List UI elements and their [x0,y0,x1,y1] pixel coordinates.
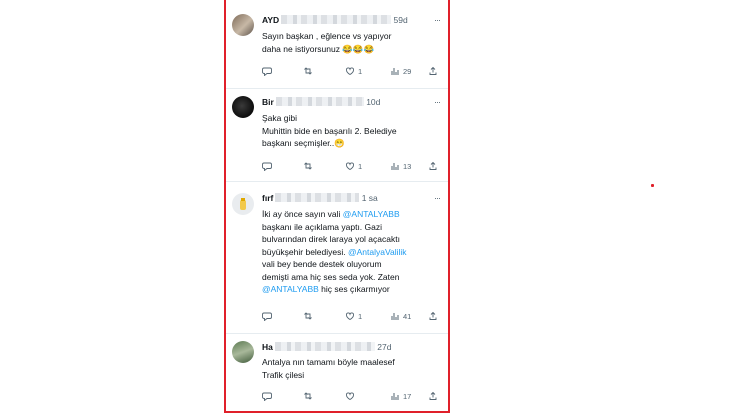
mention-link[interactable]: @AntalyaValilik [348,247,407,257]
tweet-1[interactable]: AYD 59d ··· Sayın başkan , eğlence vs ya… [226,0,448,89]
text-part: vali bey bende destek oluyorum demişti a… [262,259,400,282]
share-icon [429,311,437,320]
reply-icon [262,392,272,401]
share-icon [429,161,437,170]
more-icon[interactable]: ··· [434,15,441,25]
like-icon [346,162,354,171]
like-icon [346,392,354,401]
author-name[interactable]: Ha [262,342,273,352]
tweet-header: Bir 10d [262,97,380,107]
share-icon [429,66,437,75]
tweet-text: İki ay önce sayın vali @ANTALYABB başkan… [262,208,440,296]
retweet-icon [304,312,312,320]
share-button[interactable] [428,391,438,401]
like-button[interactable]: 1 [345,161,362,171]
retweet-button[interactable] [303,161,313,171]
tweet-text: Sayın başkan , eğlence vs yapıyor daha n… [262,31,392,54]
view-count: 17 [403,391,412,401]
more-icon[interactable]: ··· [434,97,441,107]
share-button[interactable] [428,161,438,171]
like-icon [346,312,354,321]
views-button[interactable]: 41 [390,311,411,321]
view-count: 41 [403,311,412,321]
avatar-image [240,198,246,210]
like-count: 1 [358,161,363,171]
mention-link[interactable]: @ANTALYABB [262,284,319,294]
reply-icon [262,312,272,321]
tweet-actions: 1 29 [262,66,438,78]
retweet-icon [304,162,312,170]
tweet-text: Şaka gibi Muhittin bide en başarılı 2. B… [262,113,397,148]
tweet-actions: 1 13 [262,161,438,173]
author-name[interactable]: AYD [262,15,279,25]
views-icon [391,163,399,170]
share-icon [429,391,437,400]
views-button[interactable]: 13 [390,161,411,171]
views-icon [391,68,399,75]
tweet-actions: 1 41 [262,311,438,323]
retweet-icon [304,67,312,75]
tweet-header: Ha 27d [262,342,391,352]
avatar[interactable] [232,341,254,363]
retweet-icon [304,392,312,400]
like-icon [346,67,354,76]
timestamp[interactable]: 59d [394,15,408,25]
redacted-handle [275,97,364,106]
retweet-button[interactable] [303,391,313,401]
tweet-2[interactable]: Bir 10d ··· Şaka gibi Muhittin bide en b… [226,88,448,182]
timestamp[interactable]: 10d [366,97,380,107]
avatar[interactable] [232,96,254,118]
more-icon[interactable]: ··· [434,193,441,203]
timestamp[interactable]: 1 sa [362,193,378,203]
like-button[interactable]: 1 [345,66,362,76]
reply-button[interactable] [262,311,272,321]
mention-link[interactable]: @ANTALYABB [343,209,400,219]
like-count: 1 [358,66,363,76]
tweet-thread-frame: AYD 59d ··· Sayın başkan , eğlence vs ya… [224,0,450,413]
avatar[interactable] [232,193,254,215]
view-count: 13 [403,161,412,171]
reply-button[interactable] [262,391,272,401]
author-name[interactable]: fırf [262,193,273,203]
retweet-button[interactable] [303,66,313,76]
views-button[interactable]: 17 [390,391,411,401]
tweet-3[interactable]: fırf 1 sa ··· İki ay önce sayın vali @AN… [226,181,448,334]
like-button[interactable] [345,391,358,401]
redacted-handle [274,342,375,351]
share-button[interactable] [428,66,438,76]
avatar[interactable] [232,14,254,36]
tweet-text: Antalya nın tamamı böyle maalesef Trafik… [262,357,395,380]
views-button[interactable]: 29 [390,66,411,76]
share-button[interactable] [428,311,438,321]
text-part: İki ay önce sayın vali [262,209,343,219]
redacted-handle [275,193,360,202]
view-count: 29 [403,66,412,76]
red-mark [651,184,654,187]
timestamp[interactable]: 27d [377,342,391,352]
like-count: 1 [358,311,363,321]
reply-button[interactable] [262,66,272,76]
author-name[interactable]: Bir [262,97,274,107]
tweet-4[interactable]: Ha 27d Antalya nın tamamı böyle maalesef… [226,333,448,411]
tweet-header: AYD 59d [262,15,408,25]
reply-icon [262,162,272,171]
reply-button[interactable] [262,161,272,171]
tweet-actions: 17 [262,391,438,403]
views-icon [391,313,399,320]
text-part: hiç ses çıkarmıyor [318,284,390,294]
tweet-header: fırf 1 sa [262,193,378,203]
retweet-button[interactable] [303,311,313,321]
reply-icon [262,67,272,76]
views-icon [391,393,399,400]
redacted-handle [281,15,392,24]
like-button[interactable]: 1 [345,311,362,321]
